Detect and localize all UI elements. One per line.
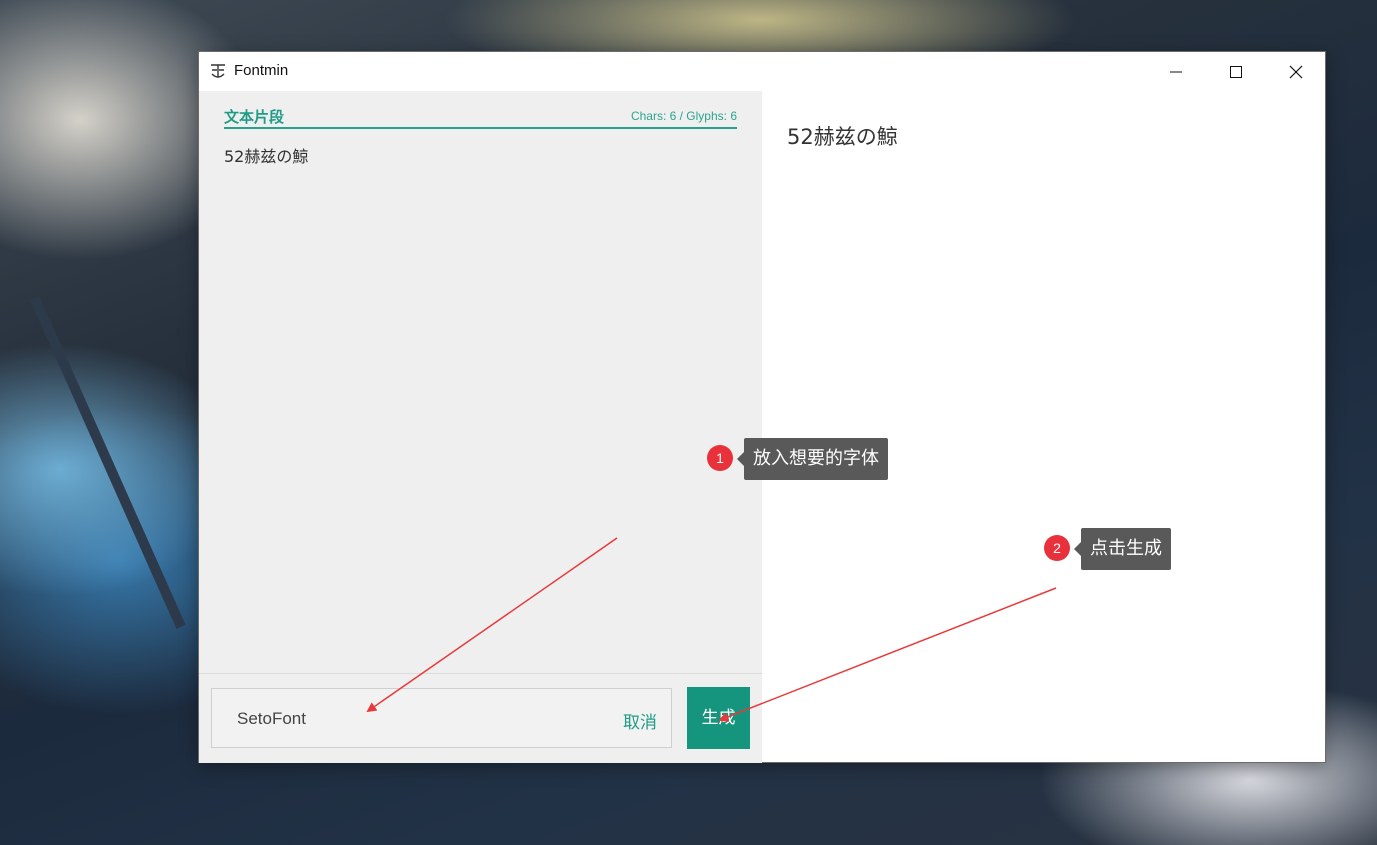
annotation-badge-2: 2 <box>1044 535 1070 561</box>
annotation-badge-1: 1 <box>707 445 733 471</box>
arrow-to-font-field <box>366 537 618 713</box>
annotation-tip-2: 点击生成 <box>1074 528 1171 570</box>
annotation-arrows <box>366 537 1057 722</box>
annotation-tip-1: 放入想要的字体 <box>737 438 888 480</box>
arrow-to-generate-button <box>718 587 1057 722</box>
